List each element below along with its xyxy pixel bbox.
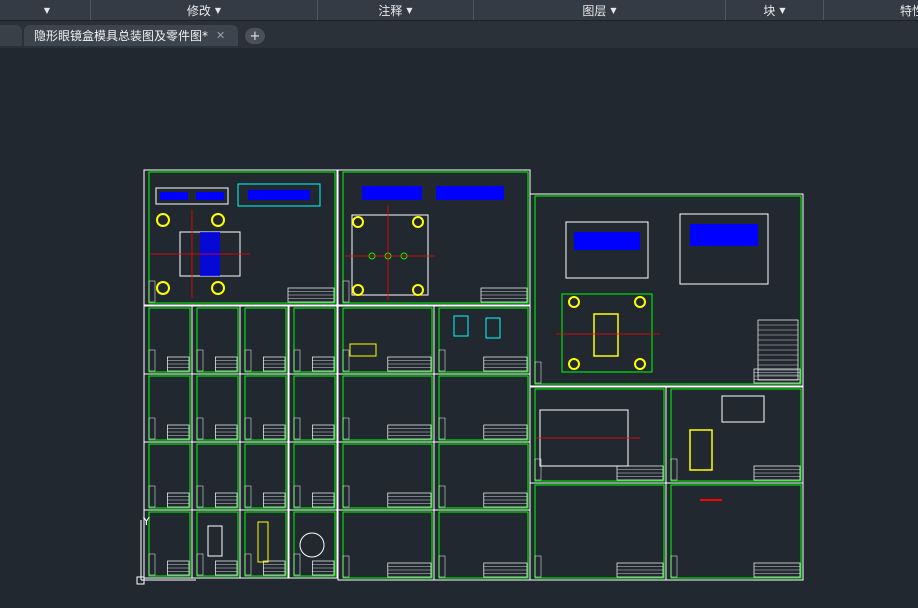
sheet-side-strip	[148, 349, 156, 372]
sheet-side-strip	[342, 280, 350, 303]
part-outline	[485, 317, 501, 339]
sheet-side-strip	[342, 349, 350, 372]
chevron-down-icon: ▼	[43, 5, 51, 15]
sheet-frame	[670, 484, 802, 579]
ribbon-panel-modify[interactable]: 修改 ▼	[91, 0, 318, 20]
ribbon-panel-bar: ▼ 修改 ▼ 注释 ▼ 图层 ▼ 块 ▼ 特性	[0, 0, 918, 21]
sheet-side-strip	[244, 553, 252, 576]
sheet-border	[529, 482, 667, 581]
new-tab-button[interactable]: +	[245, 28, 265, 44]
chevron-down-icon: ▼	[779, 5, 786, 15]
bolt-hole	[156, 281, 170, 295]
sheet-border	[529, 386, 667, 484]
sheet-side-strip	[670, 458, 678, 481]
sheet-border	[665, 386, 804, 484]
assembly-fill	[574, 232, 640, 250]
tab-drawing-file[interactable]: 隐形眼镜盒模具总装图及零件图* ✕	[24, 25, 238, 46]
sheet-side-strip	[293, 417, 301, 440]
bolt-hole	[634, 296, 646, 308]
ribbon-panel-block[interactable]: 块 ▼	[726, 0, 824, 20]
sheet-side-strip	[342, 417, 350, 440]
bolt-hole	[211, 281, 225, 295]
close-icon[interactable]: ✕	[216, 29, 225, 42]
ribbon-panel-properties[interactable]: 特性	[824, 0, 918, 20]
bolt-hole	[634, 358, 646, 370]
file-tab-bar: 隐形眼镜盒模具总装图及零件图* ✕	[0, 21, 918, 48]
plate-side-fill	[362, 186, 422, 200]
sheet-side-strip	[438, 349, 446, 372]
bolt-hole	[568, 296, 580, 308]
sheet-side-strip	[293, 553, 301, 576]
panel-label: 图层	[582, 3, 607, 18]
bolt-hole	[412, 216, 424, 228]
sheet-side-strip	[670, 555, 678, 578]
tab-start[interactable]	[0, 25, 22, 46]
panel-label: 注释	[378, 3, 403, 18]
part-outline	[453, 315, 469, 337]
chevron-down-icon: ▼	[610, 5, 617, 15]
sheet-side-strip	[148, 553, 156, 576]
ucs-icon: Y	[136, 515, 196, 585]
sheet-side-strip	[196, 485, 204, 508]
sheet-border	[337, 509, 435, 581]
sheet-side-strip	[244, 485, 252, 508]
drawing-details	[150, 183, 799, 563]
sheet-side-strip	[196, 553, 204, 576]
ribbon-panel-draw[interactable]: ▼	[0, 0, 91, 20]
chevron-down-icon: ▼	[406, 5, 413, 15]
cavity	[593, 313, 619, 357]
part-outline	[207, 525, 223, 557]
panel-label: 特性	[899, 3, 918, 18]
plate-section-fill	[248, 190, 310, 200]
sheet-side-strip	[244, 417, 252, 440]
sheet-side-strip	[244, 349, 252, 372]
bolt-hole	[211, 213, 225, 227]
plate-side-fill	[436, 186, 504, 200]
bolt-hole	[352, 216, 364, 228]
part-outline	[257, 521, 269, 563]
bolt-hole	[352, 284, 364, 296]
sheet-side-strip	[148, 417, 156, 440]
sheet-side-strip	[196, 417, 204, 440]
ribbon-panel-layers[interactable]: 图层 ▼	[474, 0, 726, 20]
panel-label: 修改	[186, 3, 211, 18]
assembly-plan	[561, 293, 653, 373]
tab-label: 隐形眼镜盒模具总装图及零件图*	[34, 29, 209, 43]
sheet-side-strip	[342, 485, 350, 508]
sheet-side-strip	[438, 485, 446, 508]
sheet-side-strip	[534, 555, 542, 578]
bolt-hole	[156, 213, 170, 227]
plate-side-fill	[160, 192, 188, 200]
sheet-border	[665, 482, 804, 581]
sheet-side-strip	[148, 485, 156, 508]
sheet-border	[529, 193, 804, 387]
sheet-side-strip	[438, 555, 446, 578]
sheet-frame	[534, 388, 665, 482]
sheet-side-strip	[148, 280, 156, 303]
part-circle	[299, 532, 325, 558]
assembly-side-fill	[690, 224, 758, 246]
sheet-frame	[534, 195, 802, 385]
ribbon-panel-annotation[interactable]: 注释 ▼	[318, 0, 474, 20]
sheet-side-strip	[534, 361, 542, 384]
plus-icon: +	[249, 28, 261, 44]
sheet-side-strip	[438, 417, 446, 440]
part-outline	[689, 429, 713, 471]
part-outline	[721, 395, 765, 423]
sheet-border	[433, 509, 531, 581]
bolt-hole	[412, 284, 424, 296]
sheet-side-strip	[293, 349, 301, 372]
panel-label: 块	[763, 3, 776, 18]
bolt-hole	[568, 358, 580, 370]
ucs-y-label: Y	[142, 515, 150, 528]
sheet-side-strip	[342, 555, 350, 578]
sheet-frame	[534, 484, 665, 579]
chevron-down-icon: ▼	[214, 5, 222, 15]
sheet-side-strip	[196, 349, 204, 372]
plate-side-fill	[196, 192, 224, 200]
drawing-canvas[interactable]: Y	[0, 48, 918, 608]
sheet-side-strip	[293, 485, 301, 508]
part-outline	[349, 343, 377, 357]
